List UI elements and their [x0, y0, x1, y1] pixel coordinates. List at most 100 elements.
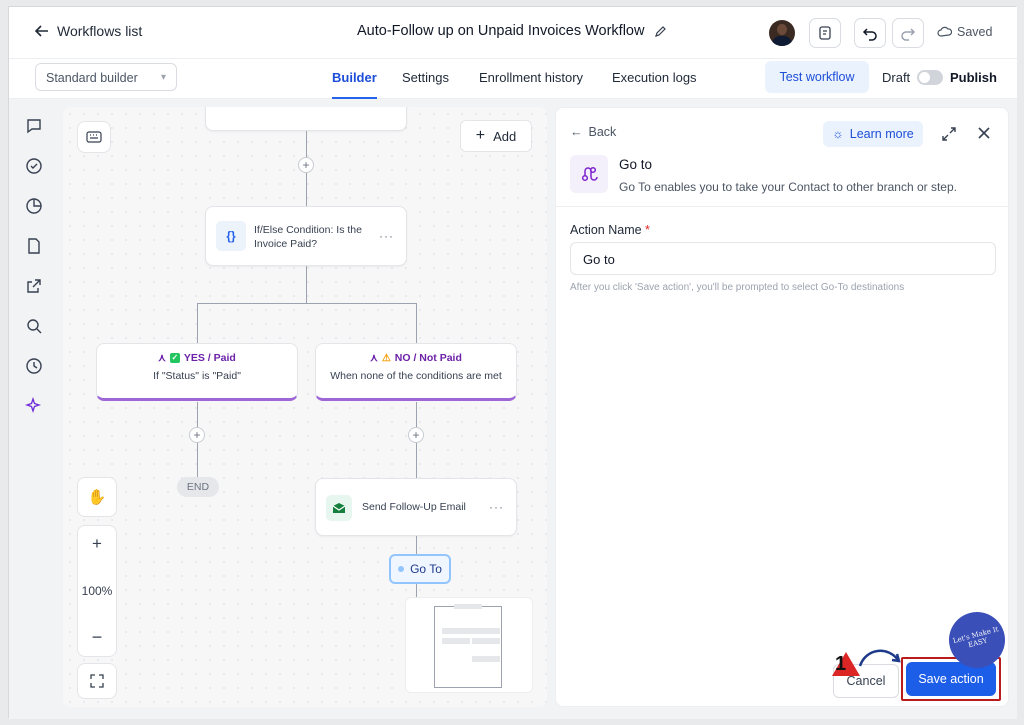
panel-title: Go to [619, 157, 653, 172]
builder-type-select[interactable]: Standard builder ▾ [35, 63, 177, 91]
branch-yes-title-text: YES / Paid [183, 352, 236, 364]
branch-split-icon: ⋏ [370, 352, 378, 364]
go-to-action-icon [570, 155, 608, 193]
pie-chart-icon[interactable] [25, 197, 43, 215]
more-options-icon[interactable]: ··· [379, 229, 394, 243]
zoom-level: 100% [81, 583, 113, 598]
back-to-workflows-link[interactable]: Workflows list [35, 23, 142, 39]
branch-no-not-paid[interactable]: ⋏ ⚠ NO / Not Paid When none of the condi… [315, 343, 517, 401]
tab-settings[interactable]: Settings [402, 70, 449, 85]
publish-label: Publish [950, 70, 997, 85]
minimap-viewport [434, 606, 502, 688]
minimap-block [442, 638, 470, 644]
document-icon[interactable] [25, 237, 43, 255]
draft-label: Draft [882, 70, 911, 85]
branch-no-title: ⋏ ⚠ NO / Not Paid [316, 352, 516, 364]
clock-icon[interactable] [25, 357, 43, 375]
tab-enrollment-history[interactable]: Enrollment history [479, 70, 583, 85]
chat-icon[interactable] [25, 117, 43, 135]
pan-hand-button[interactable]: ✋ [77, 477, 117, 517]
back-label: Workflows list [57, 23, 143, 39]
top-header: Workflows list Auto-Follow up on Unpaid … [9, 7, 1017, 59]
zoom-out-button[interactable]: − [92, 627, 103, 648]
search-icon[interactable] [25, 317, 43, 335]
required-mark: * [645, 223, 650, 237]
pencil-icon[interactable] [654, 25, 667, 38]
keyboard-shortcuts-button[interactable] [77, 121, 111, 153]
saved-status: Saved [937, 25, 992, 39]
undo-icon [862, 28, 877, 41]
branch-no-title-text: NO / Not Paid [394, 352, 462, 364]
external-link-icon[interactable] [25, 277, 43, 295]
fit-view-button[interactable] [77, 663, 117, 699]
curved-arrow-icon [858, 649, 901, 667]
app-window: Workflows list Auto-Follow up on Unpaid … [8, 6, 1017, 719]
minimap-block [454, 604, 482, 609]
condition-node-label: If/Else Condition: Is the Invoice Paid? [254, 224, 362, 251]
go-to-action-panel: ← Back ☼ Learn more Go to Go To enables … [555, 107, 1009, 707]
zoom-in-button[interactable]: + [92, 534, 102, 554]
branch-yes-paid[interactable]: ⋏ ✓ YES / Paid If "Status" is "Paid" [96, 343, 298, 401]
workflow-title[interactable]: Auto-Follow up on Unpaid Invoices Workfl… [357, 23, 667, 39]
panel-description: Go To enables you to take your Contact t… [619, 180, 957, 194]
minimap[interactable] [405, 597, 533, 693]
check-circle-icon[interactable] [25, 157, 43, 175]
branch-no-subtitle: When none of the conditions are met [330, 370, 502, 382]
panel-divider [556, 206, 1008, 207]
branch-yes-subtitle: If "Status" is "Paid" [153, 370, 241, 382]
connector-line [197, 303, 417, 304]
email-node-label: Send Follow-Up Email [362, 501, 466, 513]
minimap-block [442, 628, 500, 634]
branch-yes-title: ⋏ ✓ YES / Paid [97, 352, 297, 364]
publish-toggle[interactable] [917, 70, 943, 85]
go-to-label: Go To [410, 562, 442, 576]
send-email-node[interactable]: Send Follow-Up Email ··· [315, 478, 517, 536]
keyboard-icon [86, 131, 102, 143]
add-step-plus[interactable]: + [189, 427, 205, 443]
clipboard-icon [819, 26, 831, 40]
status-dot-icon [398, 566, 405, 572]
undo-button[interactable] [854, 18, 886, 48]
expand-icon[interactable] [941, 126, 957, 142]
redo-icon [901, 28, 916, 41]
if-else-condition-node[interactable]: {} If/Else Condition: Is the Invoice Pai… [205, 206, 407, 266]
learn-more-button[interactable]: ☼ Learn more [823, 121, 923, 147]
learn-more-label: Learn more [849, 127, 914, 141]
add-step-plus[interactable]: + [298, 157, 314, 173]
action-name-input[interactable]: Go to [570, 242, 996, 275]
go-to-node[interactable]: Go To [389, 554, 451, 584]
previous-node[interactable] [205, 107, 407, 131]
minimap-block [472, 656, 500, 662]
end-marker: END [177, 477, 219, 497]
action-name-help-text: After you click 'Save action', you'll be… [570, 282, 905, 293]
avatar[interactable] [769, 20, 795, 46]
lightbulb-icon: ☼ [832, 127, 844, 141]
tab-builder[interactable]: Builder [332, 70, 377, 99]
builder-type-value: Standard builder [46, 71, 138, 85]
more-options-icon[interactable]: ··· [489, 500, 504, 514]
panel-back-label: Back [588, 125, 617, 139]
test-workflow-button[interactable]: Test workflow [765, 61, 869, 93]
workflow-canvas[interactable]: + {} If/Else Condition: Is the Invoice P… [63, 107, 547, 707]
email-icon [326, 495, 352, 521]
arrow-left-icon: ← [570, 125, 583, 139]
chevron-down-icon: ▾ [160, 72, 166, 83]
sparkles-icon[interactable] [25, 397, 43, 415]
zoom-controls: + 100% − [77, 525, 117, 657]
workflow-title-text: Auto-Follow up on Unpaid Invoices Workfl… [357, 23, 645, 39]
add-label: Add [493, 128, 517, 144]
check-box-icon: ✓ [169, 353, 180, 363]
redo-button[interactable] [892, 18, 924, 48]
add-step-plus[interactable]: + [408, 427, 424, 443]
add-button[interactable]: + Add [460, 120, 532, 152]
tab-execution-logs[interactable]: Execution logs [612, 70, 697, 85]
action-name-label-text: Action Name [570, 223, 642, 237]
branch-split-icon: ⋏ [158, 352, 166, 364]
cloud-icon [937, 26, 952, 37]
arrow-left-icon [35, 25, 48, 37]
panel-back-button[interactable]: ← Back [570, 125, 616, 139]
connector-line [197, 303, 198, 343]
version-history-button[interactable] [809, 18, 841, 48]
close-icon[interactable] [976, 125, 992, 141]
saved-label: Saved [957, 25, 993, 39]
